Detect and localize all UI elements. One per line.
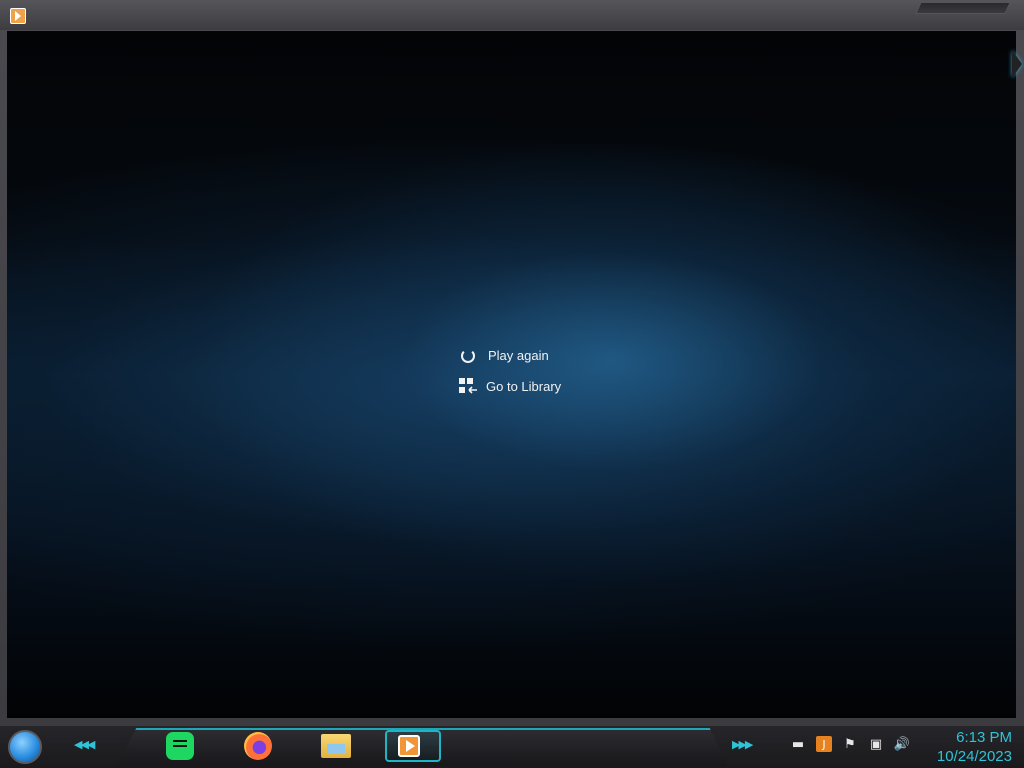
start-orb-icon[interactable] [8,730,42,764]
go-to-library-button[interactable]: Go to Library [459,378,561,394]
video-end-screen: Play again Go to Library [7,31,1016,718]
media-player-icon [398,735,420,757]
network-icon[interactable]: ▣ [868,736,884,752]
clock-time: 6:13 PM [956,729,1012,746]
java-icon[interactable]: J [816,736,832,752]
media-player-window: Play again Go to Library [0,0,1024,726]
action-center-flag-icon[interactable]: ⚑ [842,736,858,752]
title-bar[interactable] [0,0,1024,30]
media-player-icon [10,8,26,24]
clock[interactable]: 6:13 PM 10/24/2023 [937,728,1012,766]
show-hidden-icons[interactable]: ▬ [790,736,806,752]
play-again-label: Play again [488,348,549,363]
play-again-button[interactable]: Play again [459,348,549,363]
window-controls-deco [915,2,1011,14]
system-tray: ▬ J ⚑ ▣ 🔊 [790,736,910,752]
volume-icon[interactable]: 🔊 [894,736,910,752]
replay-icon [461,348,475,363]
right-chevron-deco: ▶▶▶ [732,738,753,751]
clock-date: 10/24/2023 [936,748,1012,765]
firefox-icon[interactable] [244,732,272,760]
left-chevron-deco: ◀◀◀ [74,738,95,751]
go-to-library-label: Go to Library [486,378,562,394]
library-icon [459,378,477,394]
taskbar: ◀◀◀ ▶▶▶ ▬ J ⚑ ▣ 🔊 6:13 PM 10/24/2023 [0,726,1024,768]
file-explorer-icon[interactable] [321,734,351,758]
spotify-icon[interactable] [166,732,194,760]
mouse-cursor-icon [1012,50,1022,78]
